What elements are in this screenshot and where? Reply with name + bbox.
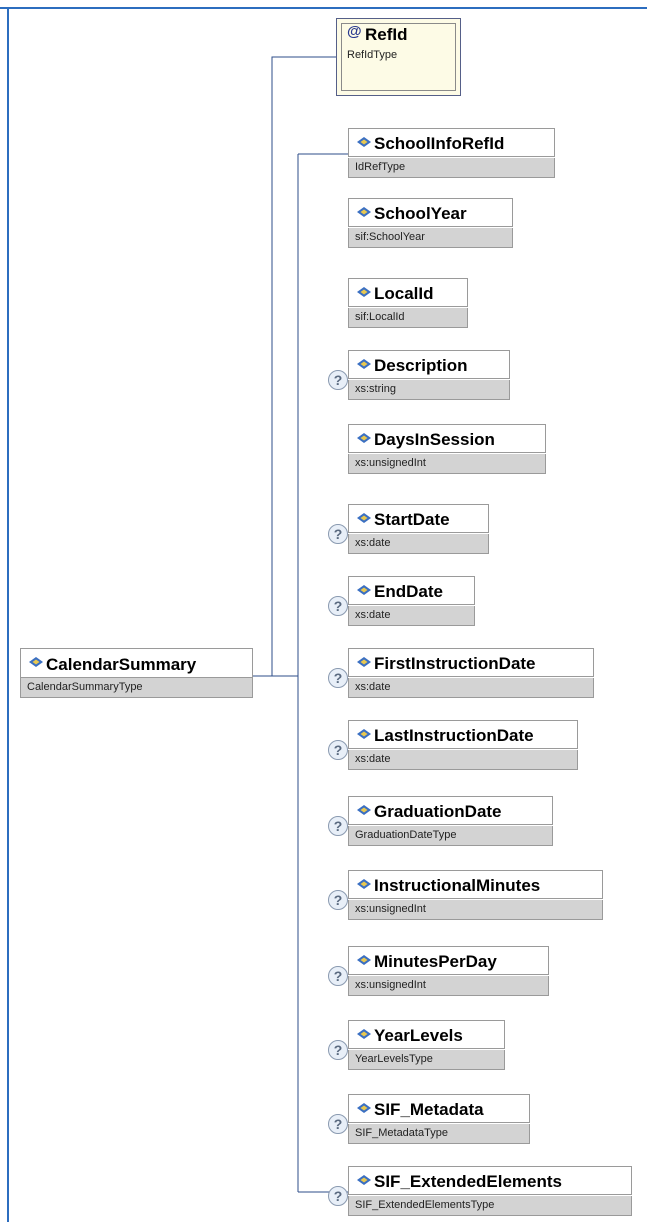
connector-lines (252, 56, 348, 1193)
element-type: GraduationDateType (348, 826, 553, 846)
element-icon (357, 1175, 371, 1185)
element-name: LocalId (374, 284, 434, 303)
optional-icon: ? (328, 524, 348, 544)
element-daysinsession[interactable]: DaysInSession xs:unsignedInt (348, 424, 546, 474)
element-name: EndDate (374, 582, 443, 601)
element-name: SchoolInfoRefId (374, 134, 505, 153)
optional-icon: ? (328, 740, 348, 760)
element-icon (357, 805, 371, 815)
element-startdate[interactable]: StartDate xs:date (348, 504, 489, 554)
optional-icon: ? (328, 596, 348, 616)
element-name: SIF_ExtendedElements (374, 1172, 563, 1191)
attribute-at-icon: @ (347, 23, 362, 40)
optional-icon: ? (328, 1040, 348, 1060)
element-name: GraduationDate (374, 802, 502, 821)
optional-icon: ? (328, 668, 348, 688)
element-localid[interactable]: LocalId sif:LocalId (348, 278, 468, 328)
element-type: SIF_ExtendedElementsType (348, 1196, 632, 1216)
element-icon (357, 585, 371, 595)
element-type: xs:string (348, 380, 510, 400)
element-type: IdRefType (348, 158, 555, 178)
element-type: YearLevelsType (348, 1050, 505, 1070)
element-icon (357, 433, 371, 443)
element-icon (357, 879, 371, 889)
root-element-name: CalendarSummary (46, 655, 197, 674)
attribute-type: RefIdType (347, 49, 398, 61)
element-icon (357, 729, 371, 739)
element-enddate[interactable]: EndDate xs:date (348, 576, 475, 626)
element-icon (357, 1103, 371, 1113)
element-name: SIF_Metadata (374, 1100, 484, 1119)
element-type: xs:date (348, 750, 578, 770)
element-icon (357, 513, 371, 523)
element-type: xs:unsignedInt (348, 976, 549, 996)
element-name: InstructionalMinutes (374, 876, 541, 895)
element-yearlevels[interactable]: YearLevels YearLevelsType (348, 1020, 505, 1070)
element-sif-metadata[interactable]: SIF_Metadata SIF_MetadataType (348, 1094, 530, 1144)
element-name: YearLevels (374, 1026, 463, 1045)
optional-icon: ? (328, 966, 348, 986)
element-icon (357, 955, 371, 965)
element-schoolinforefid[interactable]: SchoolInfoRefId IdRefType (348, 128, 555, 178)
element-icon (357, 207, 371, 217)
element-name: Description (374, 356, 468, 375)
root-element-calendarsummary[interactable]: CalendarSummary CalendarSummaryType (20, 648, 253, 698)
optional-icon: ? (328, 1114, 348, 1134)
element-name: StartDate (374, 510, 450, 529)
element-name: DaysInSession (374, 430, 495, 449)
optional-icon: ? (328, 816, 348, 836)
element-icon (357, 1029, 371, 1039)
root-element-type: CalendarSummaryType (20, 678, 253, 698)
element-icon (357, 359, 371, 369)
attribute-connector (252, 56, 336, 677)
element-sif-extendedelements[interactable]: SIF_ExtendedElements SIF_ExtendedElements… (348, 1166, 632, 1216)
element-name: LastInstructionDate (374, 726, 534, 745)
element-type: xs:unsignedInt (348, 454, 546, 474)
element-minutesperday[interactable]: MinutesPerDay xs:unsignedInt (348, 946, 549, 996)
element-type: xs:date (348, 678, 594, 698)
element-name: SchoolYear (374, 204, 467, 223)
element-type: xs:unsignedInt (348, 900, 603, 920)
element-icon (357, 657, 371, 667)
optional-icon: ? (328, 370, 348, 390)
optional-icon: ? (328, 1186, 348, 1206)
element-schoolyear[interactable]: SchoolYear sif:SchoolYear (348, 198, 513, 248)
element-graduationdate[interactable]: GraduationDate GraduationDateType (348, 796, 553, 846)
element-icon (357, 287, 371, 297)
element-name: FirstInstructionDate (374, 654, 536, 673)
element-instructionalminutes[interactable]: InstructionalMinutes xs:unsignedInt (348, 870, 603, 920)
element-type: sif:LocalId (348, 308, 468, 328)
attribute-name: RefId (365, 25, 408, 44)
element-firstinstructiondate[interactable]: FirstInstructionDate xs:date (348, 648, 594, 698)
element-lastinstructiondate[interactable]: LastInstructionDate xs:date (348, 720, 578, 770)
element-type: sif:SchoolYear (348, 228, 513, 248)
element-type: xs:date (348, 534, 489, 554)
element-type: xs:date (348, 606, 475, 626)
element-name: MinutesPerDay (374, 952, 497, 971)
optional-icon: ? (328, 890, 348, 910)
element-icon (29, 657, 43, 667)
element-icon (357, 137, 371, 147)
element-type: SIF_MetadataType (348, 1124, 530, 1144)
attribute-refid: @ RefId RefIdType (336, 18, 461, 96)
element-description[interactable]: Description xs:string (348, 350, 510, 400)
